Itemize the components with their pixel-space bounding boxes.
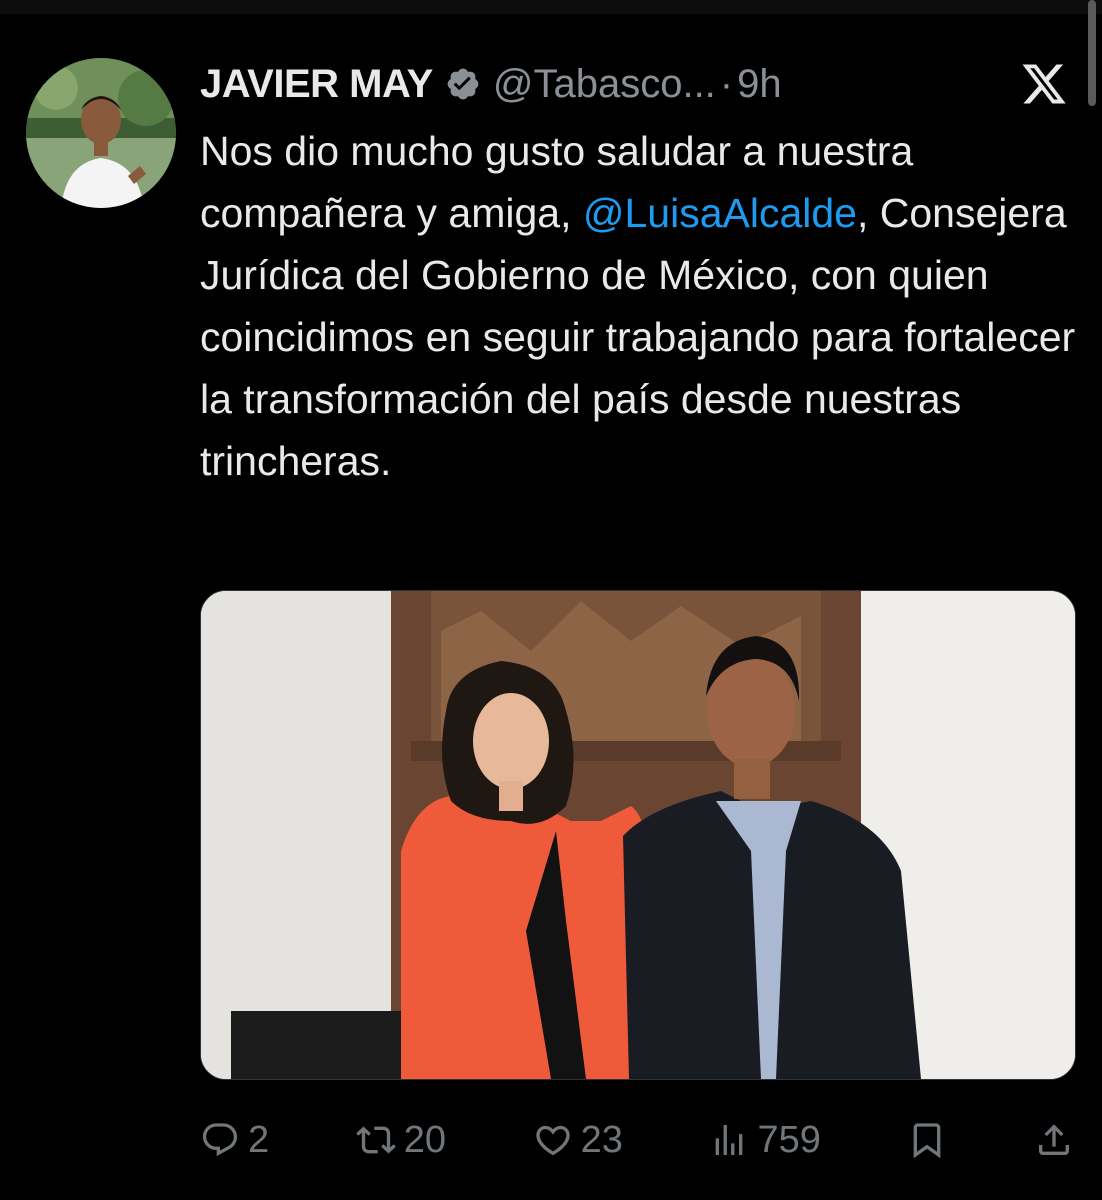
separator-dot: · xyxy=(719,61,734,106)
top-edge xyxy=(0,0,1102,14)
views-icon xyxy=(716,1125,743,1155)
avatar[interactable] xyxy=(26,58,176,208)
heart-icon xyxy=(535,1125,570,1156)
tweet: JAVIER MAY @Tabasco... · 9h Nos dio much… xyxy=(0,0,1102,1200)
author-name[interactable]: JAVIER MAY xyxy=(200,62,433,107)
bookmark-icon xyxy=(914,1123,941,1159)
reply-count: 2 xyxy=(248,1118,270,1161)
tweet-photo[interactable] xyxy=(200,590,1076,1080)
reply-button[interactable]: 2 xyxy=(200,1119,269,1162)
like-count: 23 xyxy=(580,1118,623,1161)
photo-two-people xyxy=(201,591,1075,1079)
reply-icon xyxy=(202,1123,238,1157)
timestamp[interactable]: 9h xyxy=(737,62,782,107)
retweet-icon xyxy=(355,1126,396,1154)
verified-badge-icon xyxy=(447,68,479,100)
tweet-actions: 2 20 23 759 xyxy=(200,1110,1074,1170)
tweet-text: Nos dio mucho gusto saludar a nuestra co… xyxy=(200,120,1080,492)
avatar-image xyxy=(26,58,176,208)
retweet-button[interactable]: 20 xyxy=(355,1118,446,1162)
author-handle[interactable]: @Tabasco... xyxy=(493,62,716,107)
bookmark-button[interactable] xyxy=(907,1120,947,1160)
tweet-header: JAVIER MAY @Tabasco... · 9h xyxy=(200,56,782,112)
views-button[interactable]: 759 xyxy=(709,1118,821,1162)
x-logo-icon[interactable] xyxy=(1020,60,1068,108)
like-button[interactable]: 23 xyxy=(533,1119,623,1162)
mention-link[interactable]: @LuisaAlcalde xyxy=(583,190,857,236)
views-count: 759 xyxy=(757,1118,821,1161)
share-button[interactable] xyxy=(1034,1120,1074,1160)
share-icon xyxy=(1039,1124,1069,1155)
retweet-count: 20 xyxy=(403,1118,446,1161)
scrollbar[interactable] xyxy=(1088,0,1096,106)
